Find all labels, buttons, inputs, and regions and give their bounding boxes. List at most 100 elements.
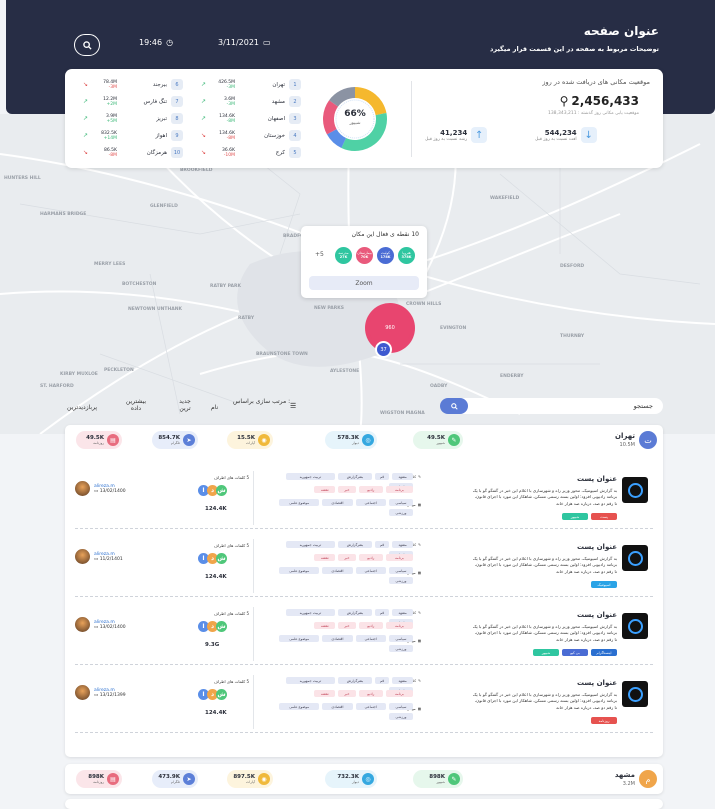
city-row: ↗ 426.5M -3M تهران 1 <box>201 79 307 90</box>
sort-option[interactable]: نام <box>211 404 218 411</box>
platform-pill[interactable]: 897.5K آپارات ◉ <box>227 770 273 788</box>
sort-option[interactable]: پربازدیدترین <box>67 404 97 411</box>
topic-tag[interactable]: تربیت جمهوریه <box>285 473 336 480</box>
post-item[interactable]: عنوان پست به گزارش اسپوتنیک، محور وزیر را… <box>75 673 653 733</box>
post-author[interactable]: alireza.m ▭ 13/02/1400 <box>75 481 126 496</box>
topic-tag[interactable]: برنامه <box>385 554 413 561</box>
city-name: بیرجند <box>152 81 167 88</box>
post-author[interactable]: alireza.m ▭ 13/02/1400 <box>75 617 126 632</box>
avatar <box>75 685 90 700</box>
platform-pill[interactable]: 898K روزنامه ▤ <box>76 770 122 788</box>
topic-tag[interactable]: خبر <box>338 554 356 561</box>
topic-tag[interactable]: سیاسی <box>389 499 413 506</box>
topic-tag[interactable]: مشهد <box>392 541 413 548</box>
source-badge[interactable]: شیپور <box>533 649 559 656</box>
sort-option[interactable]: جدید ترین <box>175 398 195 412</box>
topic-tag[interactable]: قم <box>374 541 390 548</box>
topic-tag[interactable]: سیاسی <box>389 703 413 710</box>
popup-circle[interactable]: هتروپا 378K <box>397 246 416 265</box>
topic-tag[interactable]: نقشه <box>314 690 336 697</box>
topic-tag[interactable]: رادیو <box>358 690 383 697</box>
city-name: تهران <box>615 432 635 440</box>
topic-tag[interactable]: قم <box>374 473 390 480</box>
search-button[interactable] <box>440 398 468 414</box>
topic-tag[interactable]: سیاسی <box>389 635 413 642</box>
source-badge[interactable]: اینستاگرام <box>591 649 617 656</box>
platform-pill[interactable]: 473.9K تلگرام ➤ <box>152 770 198 788</box>
topic-tag[interactable]: نقشه <box>314 554 336 561</box>
topic-tag[interactable]: تربیت جمهوریه <box>285 677 336 684</box>
post-title: عنوان پست <box>576 543 617 551</box>
topic-tag[interactable]: رادیو <box>358 554 383 561</box>
topic-tag[interactable]: قم <box>374 609 390 616</box>
topic-tag[interactable]: خبر <box>338 690 356 697</box>
topic-tag[interactable]: بشرگزارش <box>338 541 372 548</box>
topic-tag[interactable]: بشرگزارش <box>338 677 372 684</box>
topic-tag[interactable]: تربیت جمهوریه <box>285 541 336 548</box>
platform-pill[interactable]: 732.3K دیوار ◎ <box>325 770 377 788</box>
popup-circle[interactable]: بیمارستان 70K <box>355 246 374 265</box>
topic-tag[interactable]: قم <box>374 677 390 684</box>
topic-tag[interactable]: برنامه <box>385 486 413 493</box>
topic-tag[interactable]: اجتماعی <box>355 703 386 710</box>
topic-tag[interactable]: برنامه <box>385 690 413 697</box>
map-cluster-small[interactable]: 37 <box>375 341 392 358</box>
post-author[interactable]: alireza.m ▭ 13/12/1399 <box>75 685 126 700</box>
topic-tag[interactable]: اجتماعی <box>355 635 386 642</box>
source-badge[interactable]: بی کیو <box>562 649 588 656</box>
popup-circle[interactable]: مدرسه 27K <box>334 246 353 265</box>
platform-pill[interactable]: 854.7K تلگرام ➤ <box>152 431 198 449</box>
topic-tag[interactable]: موضوع علمی <box>279 635 320 642</box>
map-label: Brookfield <box>180 168 213 173</box>
post-item[interactable]: عنوان پست به گزارش اسپوتنیک، محور وزیر را… <box>75 605 653 665</box>
topic-tag[interactable]: نقشه <box>314 486 336 493</box>
topic-tag[interactable]: موضوع علمی <box>279 567 320 574</box>
topic-tag[interactable]: اقتصادی <box>322 567 353 574</box>
platform-pill[interactable]: 578.3K دیوار ◎ <box>325 431 377 449</box>
zoom-button[interactable]: Zoom <box>309 276 419 290</box>
topic-tag[interactable]: ورزشی <box>389 713 413 720</box>
post-author[interactable]: alireza.m ▭ 11/2/1401 <box>75 549 123 564</box>
topic-tag[interactable]: بشرگزارش <box>338 609 372 616</box>
topic-tag[interactable]: برنامه <box>385 622 413 629</box>
source-badge[interactable]: شیپور <box>562 513 588 520</box>
topic-tag[interactable]: اجتماعی <box>355 499 386 506</box>
search-box[interactable]: جستجو <box>440 398 663 414</box>
topic-tag[interactable]: ورزشی <box>389 577 413 584</box>
topic-tag[interactable]: خبر <box>338 622 356 629</box>
topic-tag[interactable]: اجتماعی <box>355 567 386 574</box>
sort-option[interactable]: بیشترین داده <box>123 398 149 412</box>
source-badge[interactable]: پست <box>591 513 617 520</box>
platform-pill[interactable]: 49.5K روزنامه ▤ <box>76 431 122 449</box>
platform-pill[interactable]: 15.5K آپارات ◉ <box>227 431 273 449</box>
topic-tag[interactable]: اقتصادی <box>322 703 353 710</box>
topic-tag[interactable]: نقشه <box>314 622 336 629</box>
platform-pill[interactable]: 49.5K شیپور ✎ <box>413 431 463 449</box>
sentiment-box: 5 کلمات های اطراف I د ش 124.4K <box>195 543 255 591</box>
topic-tag[interactable]: تربیت جمهوریه <box>285 609 336 616</box>
topic-tag[interactable]: مشهد <box>392 473 413 480</box>
post-item[interactable]: عنوان پست به گزارش اسپوتنیک، محور وزیر را… <box>75 537 653 597</box>
topic-tag[interactable]: بشرگزارش <box>338 473 372 480</box>
post-item[interactable]: عنوان پست به گزارش اسپوتنیک، محور وزیر را… <box>75 469 653 529</box>
topic-tag[interactable]: موضوع علمی <box>279 499 320 506</box>
topic-tag[interactable]: ورزشی <box>389 509 413 516</box>
platform-pill[interactable]: 898K شیپور ✎ <box>413 770 463 788</box>
source-badge[interactable]: روزنامه <box>591 717 617 724</box>
topic-tag[interactable]: خبر <box>338 486 356 493</box>
header-search-button[interactable] <box>74 34 100 56</box>
map-label: St. Harford <box>40 384 74 389</box>
sentiment-value: 124.4K <box>205 710 227 716</box>
topic-tag[interactable]: سیاسی <box>389 567 413 574</box>
topic-tag[interactable]: رادیو <box>358 622 383 629</box>
topic-tag[interactable]: موضوع علمی <box>279 703 320 710</box>
topic-tag[interactable]: مشهد <box>392 677 413 684</box>
topic-tag[interactable]: مشهد <box>392 609 413 616</box>
topic-tag[interactable]: اقتصادی <box>322 499 353 506</box>
topic-tag[interactable]: رادیو <box>358 486 383 493</box>
popup-circle[interactable]: کوئیت 178K <box>376 246 395 265</box>
topic-tag[interactable]: اقتصادی <box>322 635 353 642</box>
city-rank: 2 <box>289 96 301 107</box>
topic-tag[interactable]: ورزشی <box>389 645 413 652</box>
source-badge[interactable]: اسپوتنیک <box>591 581 617 588</box>
